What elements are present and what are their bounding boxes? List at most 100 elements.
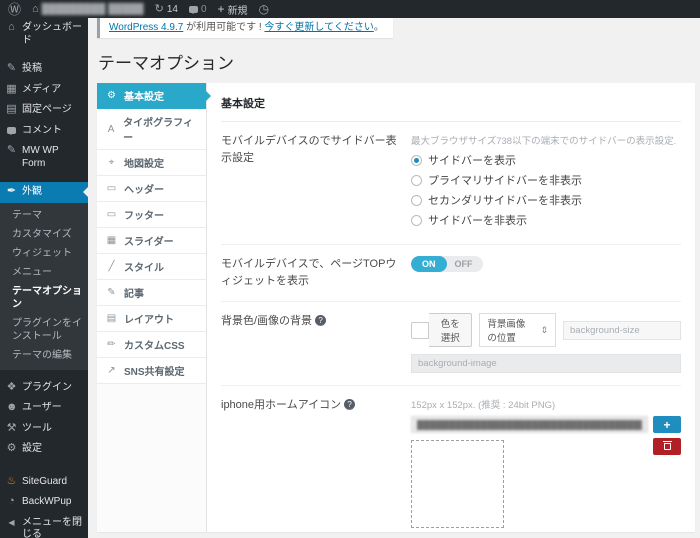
radio-show-sidebar[interactable]: サイドバーを表示: [411, 152, 681, 168]
tab-custom-css[interactable]: ✏ カスタムCSS: [97, 332, 206, 358]
radio-button: [411, 195, 422, 206]
appearance-submenu: テーマ カスタマイズ ウィジェット メニュー テーマオプション プラグインをイン…: [0, 203, 88, 370]
tab-label: レイアウト: [124, 311, 174, 326]
submenu-item-widgets[interactable]: ウィジェット: [0, 244, 88, 263]
wordpress-logo-icon: Ⓦ: [8, 3, 21, 16]
delete-image-button[interactable]: [653, 438, 681, 455]
select-color-button[interactable]: 色を選択: [429, 313, 472, 347]
tab-map-settings[interactable]: ⌖ 地図設定: [97, 150, 206, 176]
select-arrows-icon: ⇕: [540, 325, 548, 336]
sidebar-item-label: ダッシュボード: [22, 22, 82, 47]
font-icon: A: [106, 124, 116, 135]
sidebar-item-comments[interactable]: コメント: [0, 121, 88, 142]
pencil-icon: ✏: [106, 339, 117, 350]
toggle-off-segment: OFF: [447, 256, 483, 272]
radio-label: プライマリサイドバーを非表示: [428, 172, 582, 188]
updates-icon: ↻: [155, 4, 164, 15]
select-value: 背景画像の位置: [487, 316, 532, 344]
iphone-icon-preview-box: [411, 440, 504, 528]
sidebar-item-plugins[interactable]: ❖ プラグイン: [0, 378, 88, 399]
wordpress-version-link[interactable]: WordPress 4.9.7: [109, 22, 183, 33]
page-title: テーマオプション: [98, 49, 695, 74]
wp-logo-menu[interactable]: Ⓦ: [8, 3, 21, 16]
iphone-icon-url-input[interactable]: [411, 416, 648, 433]
sidebar-item-label: メディア: [22, 84, 61, 97]
sidebar-item-label: 外観: [22, 186, 42, 199]
sidebar-item-pages[interactable]: ▤ 固定ページ: [0, 100, 88, 121]
radio-hide-secondary-sidebar[interactable]: セカンダリサイドバーを非表示: [411, 192, 681, 208]
comments-indicator[interactable]: 0: [189, 4, 207, 15]
tab-slider[interactable]: ▦ スライダー: [97, 228, 206, 254]
section-heading: 基本設定: [221, 95, 681, 122]
radio-label: サイドバーを非表示: [428, 212, 527, 228]
home-icon: ⌂: [32, 4, 39, 15]
sidebar-item-settings[interactable]: ⚙ 設定: [0, 439, 88, 460]
sidebar-item-label: ユーザー: [22, 402, 62, 415]
submenu-item-theme-options[interactable]: テーマオプション: [0, 282, 88, 314]
update-now-link[interactable]: 今すぐ更新してください: [264, 22, 373, 33]
plus-icon: +: [218, 3, 225, 15]
sidebar-item-label: 設定: [22, 443, 42, 456]
background-position-select[interactable]: 背景画像の位置 ⇕: [479, 313, 556, 347]
plugins-icon: ❖: [6, 382, 17, 393]
backwpup-icon: ◔: [6, 496, 17, 507]
site-name-link[interactable]: ⌂ █████████ █████: [32, 4, 144, 15]
sidebar-item-label: 固定ページ: [22, 104, 72, 117]
radio-label: サイドバーを表示: [428, 152, 516, 168]
row-iphone-icon: iphone用ホームアイコン? 152px x 152px. (推奨 : 24b…: [221, 386, 681, 532]
siteguard-flame-icon: ♨: [6, 476, 17, 487]
color-swatch[interactable]: [411, 322, 429, 339]
comments-icon: [6, 125, 17, 137]
sidebar-item-posts[interactable]: ✎ 投稿: [0, 59, 88, 80]
sidebar-item-label: SiteGuard: [22, 476, 67, 489]
submenu-item-menus[interactable]: メニュー: [0, 263, 88, 282]
sidebar-item-dashboard[interactable]: ⌂ ダッシュボード: [0, 18, 88, 51]
radio-hide-sidebar[interactable]: サイドバーを非表示: [411, 212, 681, 228]
layout-icon: ▤: [106, 313, 117, 324]
sidebar-item-appearance[interactable]: ✒ 外観: [0, 182, 88, 203]
help-icon[interactable]: ?: [315, 315, 326, 326]
tab-header[interactable]: ▭ ヘッダー: [97, 176, 206, 202]
submenu-item-themes[interactable]: テーマ: [0, 206, 88, 225]
radio-button: [411, 175, 422, 186]
collapse-menu-button[interactable]: ◀ メニューを閉じる: [0, 513, 88, 538]
tab-basic-settings[interactable]: ⚙ 基本設定: [97, 83, 206, 109]
radio-hide-primary-sidebar[interactable]: プライマリサイドバーを非表示: [411, 172, 681, 188]
add-image-button[interactable]: +: [653, 416, 681, 433]
tab-typography[interactable]: A タイポグラフィー: [97, 109, 206, 150]
submenu-item-install-plugins[interactable]: プラグインをインストール: [0, 314, 88, 346]
options-form: 基本設定 モバイルデバイスのでサイドバー表示設定 最大ブラウザサイズ738以下の…: [207, 83, 695, 532]
background-size-input[interactable]: [563, 321, 681, 340]
background-image-input[interactable]: [411, 354, 681, 373]
comment-bubble-icon: [189, 6, 198, 13]
sidebar-item-media[interactable]: ▦ メディア: [0, 80, 88, 101]
tab-articles[interactable]: ✎ 記事: [97, 280, 206, 306]
tab-label: フッター: [124, 207, 164, 222]
submenu-item-editor[interactable]: テーマの編集: [0, 346, 88, 365]
tab-sns-share[interactable]: ↗ SNS共有設定: [97, 358, 206, 384]
sidebar-item-backwpup[interactable]: ◔ BackWPup: [0, 492, 88, 513]
radio-button-checked: [411, 155, 422, 166]
pen-slash-icon: ╱: [106, 261, 117, 272]
help-icon[interactable]: ?: [344, 399, 355, 410]
submenu-item-customize[interactable]: カスタマイズ: [0, 225, 88, 244]
tab-label: スタイル: [124, 259, 164, 274]
updates-indicator[interactable]: ↻ 14: [155, 4, 178, 15]
tab-style[interactable]: ╱ スタイル: [97, 254, 206, 280]
sidebar-item-users[interactable]: ☻ ユーザー: [0, 398, 88, 419]
pagetop-toggle[interactable]: ON OFF: [411, 256, 483, 272]
tab-layout[interactable]: ▤ レイアウト: [97, 306, 206, 332]
main-content: WordPress 4.9.7 が利用可能です ! 今すぐ更新してください。 テ…: [88, 0, 700, 532]
sidebar-item-mw-wp-form[interactable]: ✎ MW WP Form: [0, 141, 88, 174]
tab-label: タイポグラフィー: [123, 114, 197, 144]
siteguard-bar-item[interactable]: ◷: [259, 3, 269, 15]
tab-footer[interactable]: ▭ フッター: [97, 202, 206, 228]
tools-icon: ⚒: [6, 423, 17, 434]
notice-period: 。: [374, 22, 384, 33]
sidebar-item-label: プラグイン: [22, 382, 72, 395]
sidebar-item-siteguard[interactable]: ♨ SiteGuard: [0, 472, 88, 493]
edit-icon: ✎: [106, 287, 117, 298]
sidebar-item-tools[interactable]: ⚒ ツール: [0, 419, 88, 440]
new-content-menu[interactable]: + 新規: [218, 2, 248, 17]
collapse-menu-label: メニューを閉じる: [22, 517, 82, 538]
